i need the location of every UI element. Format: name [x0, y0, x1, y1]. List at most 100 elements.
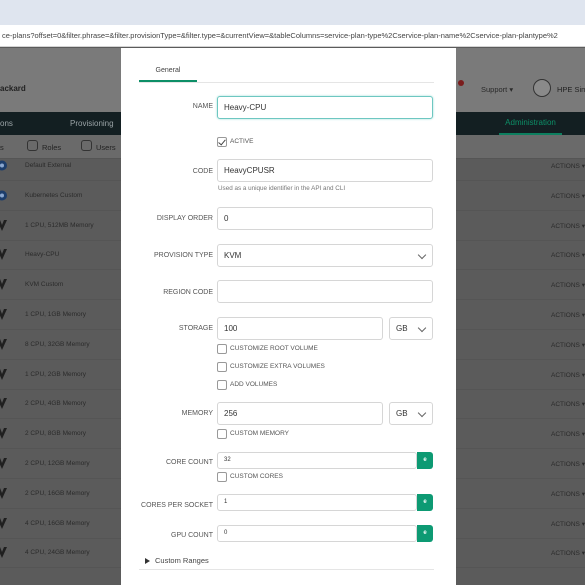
actions-dropdown[interactable]: ACTIONS ▾: [551, 371, 585, 379]
customize-extra-volumes-label: CUSTOMIZE EXTRA VOLUMES: [230, 363, 325, 370]
cores-per-socket-label: CORES PER SOCKET: [141, 502, 213, 509]
actions-dropdown[interactable]: ACTIONS ▾: [551, 341, 585, 349]
chevron-down-icon: [417, 250, 427, 260]
plan-name[interactable]: Kubernetes Custom: [25, 192, 82, 199]
storage-field[interactable]: 100: [217, 317, 383, 340]
chevron-down-icon: [417, 408, 427, 418]
vm-icon: [0, 368, 8, 381]
users-icon: [81, 140, 92, 151]
vm-icon: [0, 487, 8, 500]
address-bar[interactable]: ce-plans?offset=0&filter.phrase=&filter.…: [0, 25, 585, 47]
vm-icon: [0, 457, 8, 470]
vm-icon: [0, 248, 8, 261]
avatar[interactable]: [533, 79, 551, 97]
nav-item-operations[interactable]: ons: [0, 119, 13, 128]
user-name[interactable]: HPE Simp: [557, 85, 585, 94]
storage-label: STORAGE: [178, 325, 213, 332]
actions-dropdown[interactable]: ACTIONS ▾: [551, 490, 585, 498]
memory-unit-select[interactable]: GB: [389, 402, 433, 425]
custom-ranges-toggle[interactable]: Custom Ranges: [155, 556, 209, 565]
plan-name[interactable]: 2 CPU, 8GB Memory: [25, 430, 86, 437]
plan-name[interactable]: Default External: [25, 162, 71, 169]
custom-memory-label: CUSTOM MEMORY: [230, 430, 289, 437]
actions-dropdown[interactable]: ACTIONS ▾: [551, 400, 585, 408]
vm-icon: [0, 278, 8, 291]
actions-dropdown[interactable]: ACTIONS ▾: [551, 222, 585, 230]
plan-name[interactable]: 1 CPU, 1GB Memory: [25, 311, 86, 318]
custom-cores-checkbox[interactable]: [217, 472, 227, 482]
plan-name[interactable]: 2 CPU, 4GB Memory: [25, 400, 86, 407]
memory-label: MEMORY: [181, 410, 213, 417]
plan-name[interactable]: 4 CPU, 16GB Memory: [25, 520, 90, 527]
section-divider: [139, 569, 434, 570]
nav-item-provisioning[interactable]: Provisioning: [70, 119, 114, 128]
customize-extra-volumes-checkbox[interactable]: [217, 362, 227, 372]
cores-per-socket-field[interactable]: 1: [217, 494, 417, 511]
customize-root-volume-checkbox[interactable]: [217, 344, 227, 354]
actions-dropdown[interactable]: ACTIONS ▾: [551, 430, 585, 438]
core-count-field[interactable]: 32: [217, 452, 417, 469]
core-count-label: CORE COUNT: [165, 459, 213, 466]
code-field[interactable]: HeavyCPUSR: [217, 159, 433, 182]
custom-memory-checkbox[interactable]: [217, 429, 227, 439]
plan-name[interactable]: KVM Custom: [25, 281, 63, 288]
custom-cores-label: CUSTOM CORES: [230, 473, 283, 480]
provision-type-label: PROVISION TYPE: [154, 252, 213, 259]
memory-field[interactable]: 256: [217, 402, 383, 425]
code-label: CODE: [192, 168, 213, 175]
vm-icon: [0, 338, 8, 351]
plan-name[interactable]: 2 CPU, 16GB Memory: [25, 490, 90, 497]
code-hint: Used as a unique identifier in the API a…: [218, 185, 346, 192]
core-count-stepper-button[interactable]: e: [417, 452, 433, 469]
region-code-field[interactable]: [217, 280, 433, 303]
cores-per-socket-stepper-button[interactable]: e: [417, 494, 433, 511]
support-menu[interactable]: Support ▾: [481, 85, 513, 94]
name-field[interactable]: Heavy-CPU: [217, 96, 433, 119]
actions-dropdown[interactable]: ACTIONS ▾: [551, 549, 585, 557]
expand-arrow-icon[interactable]: [145, 558, 150, 564]
display-order-label: DISPLAY ORDER: [156, 215, 213, 222]
active-label: ACTIVE: [230, 138, 254, 145]
plan-type-icon: [0, 189, 8, 202]
nav-item-administration[interactable]: Administration: [499, 112, 562, 135]
plan-name[interactable]: 1 CPU, 2GB Memory: [25, 371, 86, 378]
plan-name[interactable]: 1 CPU, 512MB Memory: [25, 222, 94, 229]
tab-general[interactable]: General: [139, 64, 197, 82]
actions-dropdown[interactable]: ACTIONS ▾: [551, 311, 585, 319]
storage-unit-value: GB: [396, 324, 408, 333]
roles-icon: [27, 140, 38, 151]
add-volumes-checkbox[interactable]: [217, 380, 227, 390]
actions-dropdown[interactable]: ACTIONS ▾: [551, 162, 585, 170]
actions-dropdown[interactable]: ACTIONS ▾: [551, 281, 585, 289]
gpu-count-label: GPU COUNT: [171, 532, 213, 539]
actions-dropdown[interactable]: ACTIONS ▾: [551, 520, 585, 528]
plan-name[interactable]: 4 CPU, 24GB Memory: [25, 549, 90, 556]
memory-unit-value: GB: [396, 409, 408, 418]
storage-unit-select[interactable]: GB: [389, 317, 433, 340]
region-code-label: REGION CODE: [163, 289, 213, 296]
actions-dropdown[interactable]: ACTIONS ▾: [551, 192, 585, 200]
gpu-count-stepper-button[interactable]: e: [417, 525, 433, 542]
actions-dropdown[interactable]: ACTIONS ▾: [551, 460, 585, 468]
vm-icon: [0, 427, 8, 440]
customize-root-volume-label: CUSTOMIZE ROOT VOLUME: [230, 345, 318, 352]
gpu-count-field[interactable]: 0: [217, 525, 417, 542]
active-checkbox[interactable]: [217, 137, 227, 147]
vm-icon: [0, 546, 8, 559]
tab-divider: [139, 82, 434, 83]
edit-service-plan-modal: General NAME Heavy-CPU ACTIVE CODE Heavy…: [121, 48, 456, 585]
notification-icon[interactable]: [458, 80, 464, 86]
add-volumes-label: ADD VOLUMES: [230, 381, 278, 388]
browser-tab-strip: [0, 0, 585, 25]
provision-type-value: KVM: [224, 251, 242, 260]
actions-dropdown[interactable]: ACTIONS ▾: [551, 251, 585, 259]
vm-icon: [0, 308, 8, 321]
vm-icon: [0, 219, 8, 232]
provision-type-select[interactable]: KVM: [217, 244, 433, 267]
plan-name[interactable]: 8 CPU, 32GB Memory: [25, 341, 90, 348]
display-order-field[interactable]: 0: [217, 207, 433, 230]
brand-name[interactable]: ackard: [0, 84, 26, 93]
plan-name[interactable]: 2 CPU, 12GB Memory: [25, 460, 90, 467]
vm-icon: [0, 397, 8, 410]
plan-name[interactable]: Heavy-CPU: [25, 251, 59, 258]
